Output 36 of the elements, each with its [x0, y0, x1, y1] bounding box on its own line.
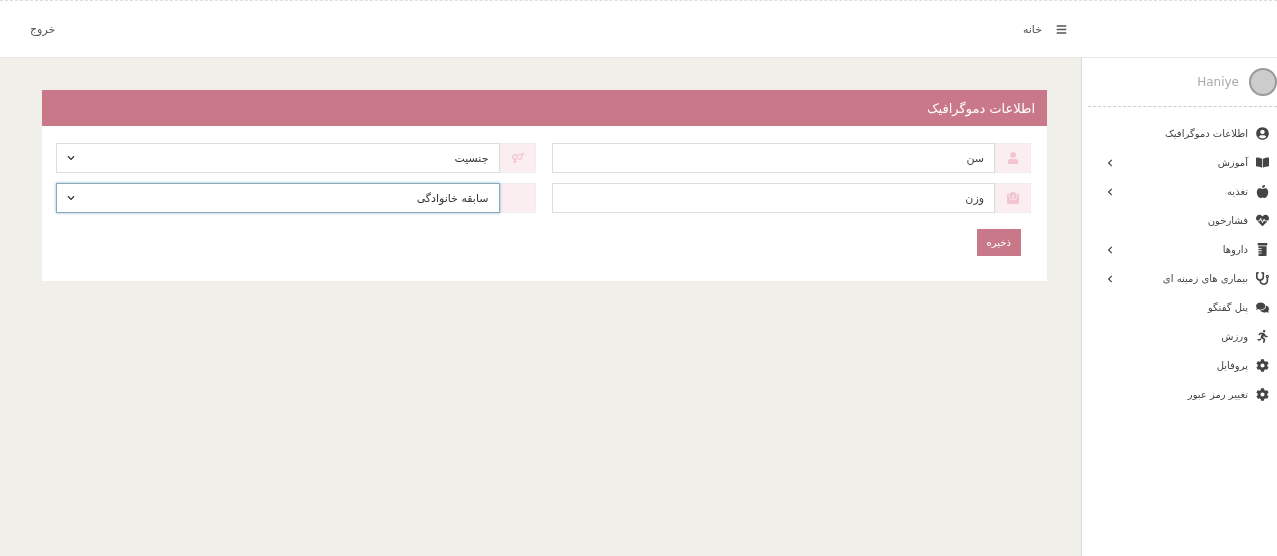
sidebar-item[interactable]: تغذیه: [1082, 177, 1277, 206]
home-link[interactable]: خانه: [1022, 22, 1067, 36]
input-field[interactable]: وزن: [551, 183, 995, 213]
gender-icon: [511, 152, 524, 164]
sidebar-item[interactable]: تغییر رمز عبور: [1082, 380, 1277, 409]
sidebar-item[interactable]: داروها: [1082, 235, 1277, 264]
card-title: اطلاعات دموگرافیک: [42, 90, 1047, 126]
gear-icon: [1256, 359, 1269, 372]
menu-icon[interactable]: [1056, 23, 1067, 35]
logout-link[interactable]: خروج: [30, 22, 56, 36]
chat-bubbles-icon: [1256, 301, 1269, 314]
person-icon: [1007, 152, 1019, 164]
scale-icon: [1007, 192, 1019, 204]
sidebar-item[interactable]: ورزش: [1082, 322, 1277, 351]
sidebar-item[interactable]: آموزش: [1082, 148, 1277, 177]
user-name: Haniye: [1197, 75, 1239, 89]
input-field[interactable]: سن: [551, 143, 995, 173]
sidebar-item[interactable]: اطلاعات دموگرافیک: [1082, 119, 1277, 148]
home-label: خانه: [1022, 22, 1042, 36]
caret-icon: [67, 154, 75, 162]
sidebar-item[interactable]: بیماری های زمینه ای: [1082, 264, 1277, 293]
bottle-icon: [1256, 243, 1269, 256]
avatar: [1249, 68, 1277, 96]
select-field[interactable]: سابقه خانوادگی: [56, 183, 500, 213]
runner-icon: [1256, 330, 1269, 343]
gear-icon: [1256, 388, 1269, 401]
book-icon: [1256, 156, 1269, 169]
sidebar-item[interactable]: پروفایل: [1082, 351, 1277, 380]
apple-icon: [1256, 185, 1269, 198]
field-addon: [499, 183, 536, 213]
caret-icon: [67, 194, 75, 202]
select-field[interactable]: جنسیت: [56, 143, 500, 173]
stethoscope-icon: [1256, 272, 1269, 285]
sidebar-item[interactable]: فشارخون: [1082, 206, 1277, 235]
heartbeat-icon: [1256, 214, 1269, 227]
sidebar-item[interactable]: پنل گفتگو: [1082, 293, 1277, 322]
